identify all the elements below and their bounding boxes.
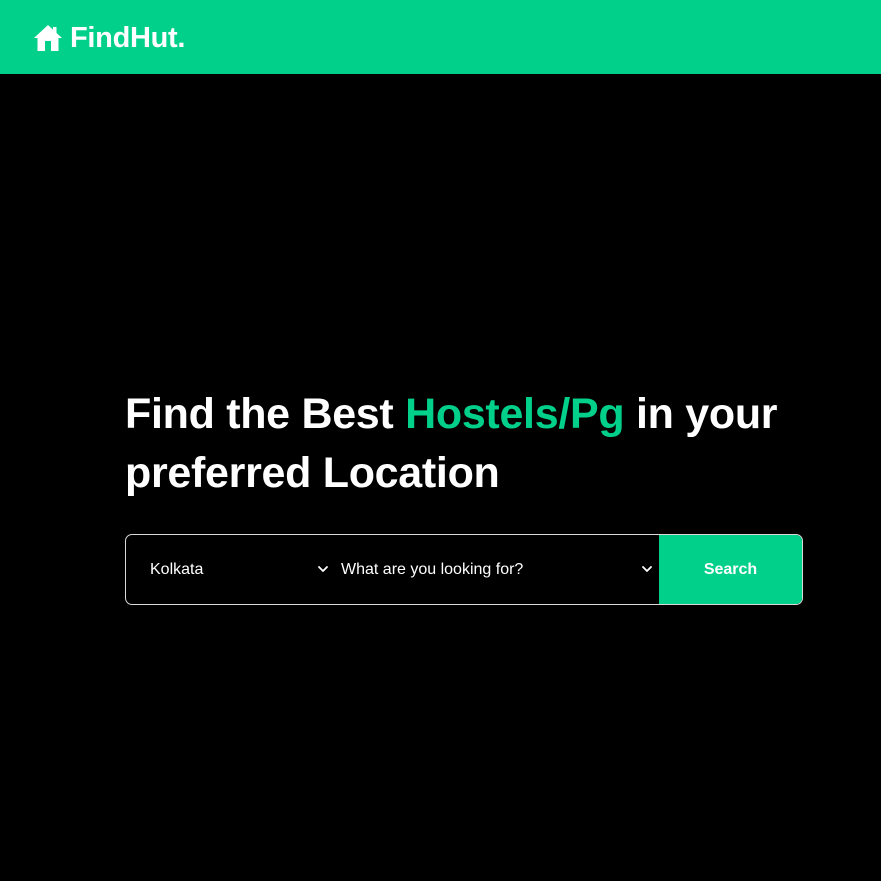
hero-title: Find the Best Hostels/Pg in your preferr…: [125, 385, 825, 503]
chevron-down-icon: [318, 566, 328, 572]
brand-logo-link[interactable]: FindHut.: [32, 20, 185, 56]
hero-title-part1: Find the Best: [125, 390, 406, 438]
location-select[interactable]: Kolkata: [126, 535, 341, 604]
location-select-value: Kolkata: [150, 560, 204, 578]
brand-name: FindHut.: [70, 22, 186, 54]
house-icon: [32, 23, 64, 53]
search-bar: Kolkata What are you looking for? Search: [125, 534, 803, 605]
search-button[interactable]: Search: [659, 535, 802, 604]
type-select-value: What are you looking for?: [341, 560, 524, 578]
hero-title-accent: Hostels/Pg: [405, 390, 625, 438]
type-select[interactable]: What are you looking for?: [341, 535, 659, 604]
navbar: FindHut.: [0, 0, 881, 74]
chevron-down-icon: [642, 566, 652, 572]
